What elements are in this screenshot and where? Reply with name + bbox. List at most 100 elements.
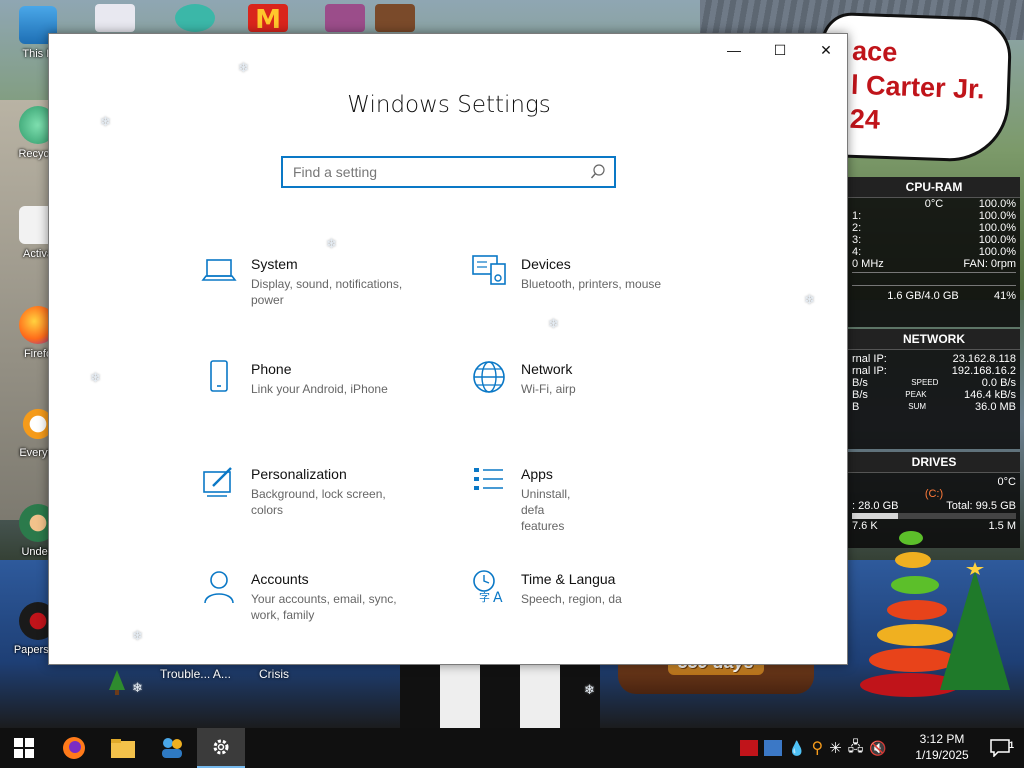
- core-value: 100.0%: [978, 234, 1016, 246]
- snowflake-icon: ❄: [548, 316, 559, 331]
- close-icon: ✕: [820, 41, 832, 58]
- paint-icon: [203, 467, 232, 497]
- tile-network[interactable]: Network Wi-Fi, airp: [471, 359, 711, 439]
- drive-temperature: 0°C: [997, 476, 1016, 488]
- cpu-frequency: 0 MHz: [852, 258, 884, 270]
- tile-accounts[interactable]: Accounts Your accounts, email, sync, wor…: [201, 569, 441, 649]
- taskbar-settings[interactable]: [197, 728, 245, 768]
- tile-name: Network: [521, 361, 573, 377]
- search-tray-icon[interactable]: ⚲: [811, 738, 823, 758]
- drive-letter: (C:): [924, 488, 944, 500]
- tile-phone[interactable]: Phone Link your Android, iPhone: [201, 359, 441, 439]
- tile-name: System: [251, 256, 298, 272]
- tile-description: Wi-Fi, airp: [521, 382, 576, 396]
- tile-name: Personalization: [251, 466, 347, 482]
- network-label: B/s: [852, 377, 868, 389]
- cpu-ram-widget: CPU-RAM 0°C 100.0% 1: 100.0% 2: 100.0% 3: 1…: [848, 177, 1020, 327]
- network-icon[interactable]: 🖧: [848, 736, 864, 760]
- widget-title: NETWORK: [848, 329, 1020, 350]
- volume-muted-icon[interactable]: 🔇: [869, 740, 886, 757]
- droplet-icon[interactable]: 💧: [788, 740, 805, 757]
- snowflake-icon: ❄: [326, 236, 337, 251]
- notification-icon: [990, 739, 1010, 757]
- widget-title: CPU-RAM: [848, 177, 1020, 198]
- wallpaper-figure: [400, 660, 600, 730]
- network-speed-label: SPEED: [911, 378, 939, 387]
- phone-icon: [210, 360, 228, 392]
- widget-title: DRIVES: [848, 452, 1020, 473]
- christmas-tree-icon: [106, 668, 128, 701]
- svg-text:M: M: [255, 5, 281, 32]
- snowflake-icon: ❄: [584, 682, 595, 697]
- sign-line-2: l Carter Jr.: [850, 69, 986, 105]
- fan-speed: FAN: 0rpm: [963, 258, 1016, 270]
- system-tray: 💧 ⚲ ✳ 🖧 🔇: [740, 728, 887, 768]
- taskbar-clock[interactable]: 3:12 PM 1/19/2025: [906, 731, 978, 763]
- ram-usage: 1.6 GB/4.0 GB: [887, 290, 959, 302]
- network-label: B/s: [852, 389, 868, 401]
- maximize-button[interactable]: ☐: [757, 34, 803, 66]
- search-icon[interactable]: [590, 164, 606, 180]
- tile-name: Apps: [521, 466, 553, 482]
- folder-icon: [111, 739, 135, 758]
- tile-description: Display, sound, notifications, power: [251, 277, 403, 307]
- core-label: 4:: [852, 246, 862, 258]
- svg-text:字: 字: [479, 590, 490, 604]
- ram-percent: 41%: [993, 290, 1016, 302]
- sign-line-1: ace: [851, 35, 898, 68]
- tile-apps[interactable]: Apps Uninstall, defa features: [471, 464, 711, 544]
- snowflake-icon: ❄: [804, 292, 815, 307]
- mcdonalds-icon[interactable]: M: [248, 4, 288, 35]
- reindeer-icon[interactable]: [375, 4, 415, 32]
- action-center-button[interactable]: 1: [976, 728, 1024, 768]
- gear-icon: [213, 739, 229, 755]
- apps-list-icon: [474, 468, 503, 490]
- network-sum: 36.0 MB: [975, 401, 1016, 413]
- cpu-total: 100.0%: [978, 198, 1016, 210]
- minimize-icon: —: [727, 42, 741, 58]
- character-icon[interactable]: [175, 4, 215, 32]
- tile-name: Devices: [521, 256, 571, 272]
- globe-icon: [473, 361, 505, 393]
- taskbar: 💧 ⚲ ✳ 🖧 🔇 3:12 PM 1/19/2025 1: [0, 728, 1024, 768]
- snowflake-tray-icon[interactable]: ✳: [829, 739, 842, 757]
- desktop-app-icon[interactable]: [95, 4, 135, 32]
- desktop-icon-label-crisis[interactable]: Crisis: [259, 667, 289, 681]
- snowflake-icon: ❄: [132, 628, 143, 643]
- taskbar-users-app[interactable]: [148, 728, 196, 768]
- cpu-temperature: 0°C: [924, 198, 944, 210]
- tile-name: Time & Langua: [521, 571, 616, 587]
- network-widget: NETWORK rnal IP: 23.162.8.118 rnal IP: 192…: [848, 329, 1020, 449]
- clock-date: 1/19/2025: [915, 748, 969, 762]
- core-value: 100.0%: [978, 210, 1016, 222]
- core-value: 100.0%: [978, 222, 1016, 234]
- taskbar-firefox[interactable]: [50, 728, 98, 768]
- settings-window: — ☐ ✕ Windows Settings System Display, s…: [48, 33, 848, 665]
- devices-icon: [472, 255, 506, 285]
- search-input[interactable]: [283, 158, 573, 186]
- app-tray-icon[interactable]: [764, 740, 782, 756]
- windows-logo-icon: [14, 738, 34, 758]
- taskbar-file-explorer[interactable]: [99, 728, 147, 768]
- tile-personalization[interactable]: Personalization Background, lock screen,…: [201, 464, 441, 544]
- laptop-icon: [201, 259, 237, 281]
- tile-system[interactable]: System Display, sound, notifications, po…: [201, 254, 441, 334]
- security-icon[interactable]: [740, 740, 758, 756]
- sign-line-3: 24: [849, 103, 881, 135]
- start-button[interactable]: [0, 728, 48, 768]
- notification-count: 1: [1008, 740, 1014, 750]
- tile-description: Link your Android, iPhone: [251, 382, 388, 396]
- minimize-button[interactable]: —: [711, 34, 757, 66]
- cpu-graph: [852, 272, 1016, 286]
- tile-time-language[interactable]: A 字 Time & Langua Speech, region, da: [471, 569, 711, 649]
- close-button[interactable]: ✕: [803, 34, 849, 66]
- tile-name: Phone: [251, 361, 292, 377]
- christmas-tree-decoration: [835, 500, 1024, 730]
- tile-devices[interactable]: Devices Bluetooth, printers, mouse: [471, 254, 711, 334]
- snowflake-icon: ❄: [100, 114, 111, 129]
- snowflake-icon: ❄: [132, 680, 143, 695]
- settings-search-box[interactable]: [281, 156, 616, 188]
- game-icon[interactable]: [325, 4, 365, 32]
- external-ip: 23.162.8.118: [952, 353, 1016, 365]
- desktop-icon-label-troubleshoot[interactable]: Trouble... A...: [160, 667, 231, 681]
